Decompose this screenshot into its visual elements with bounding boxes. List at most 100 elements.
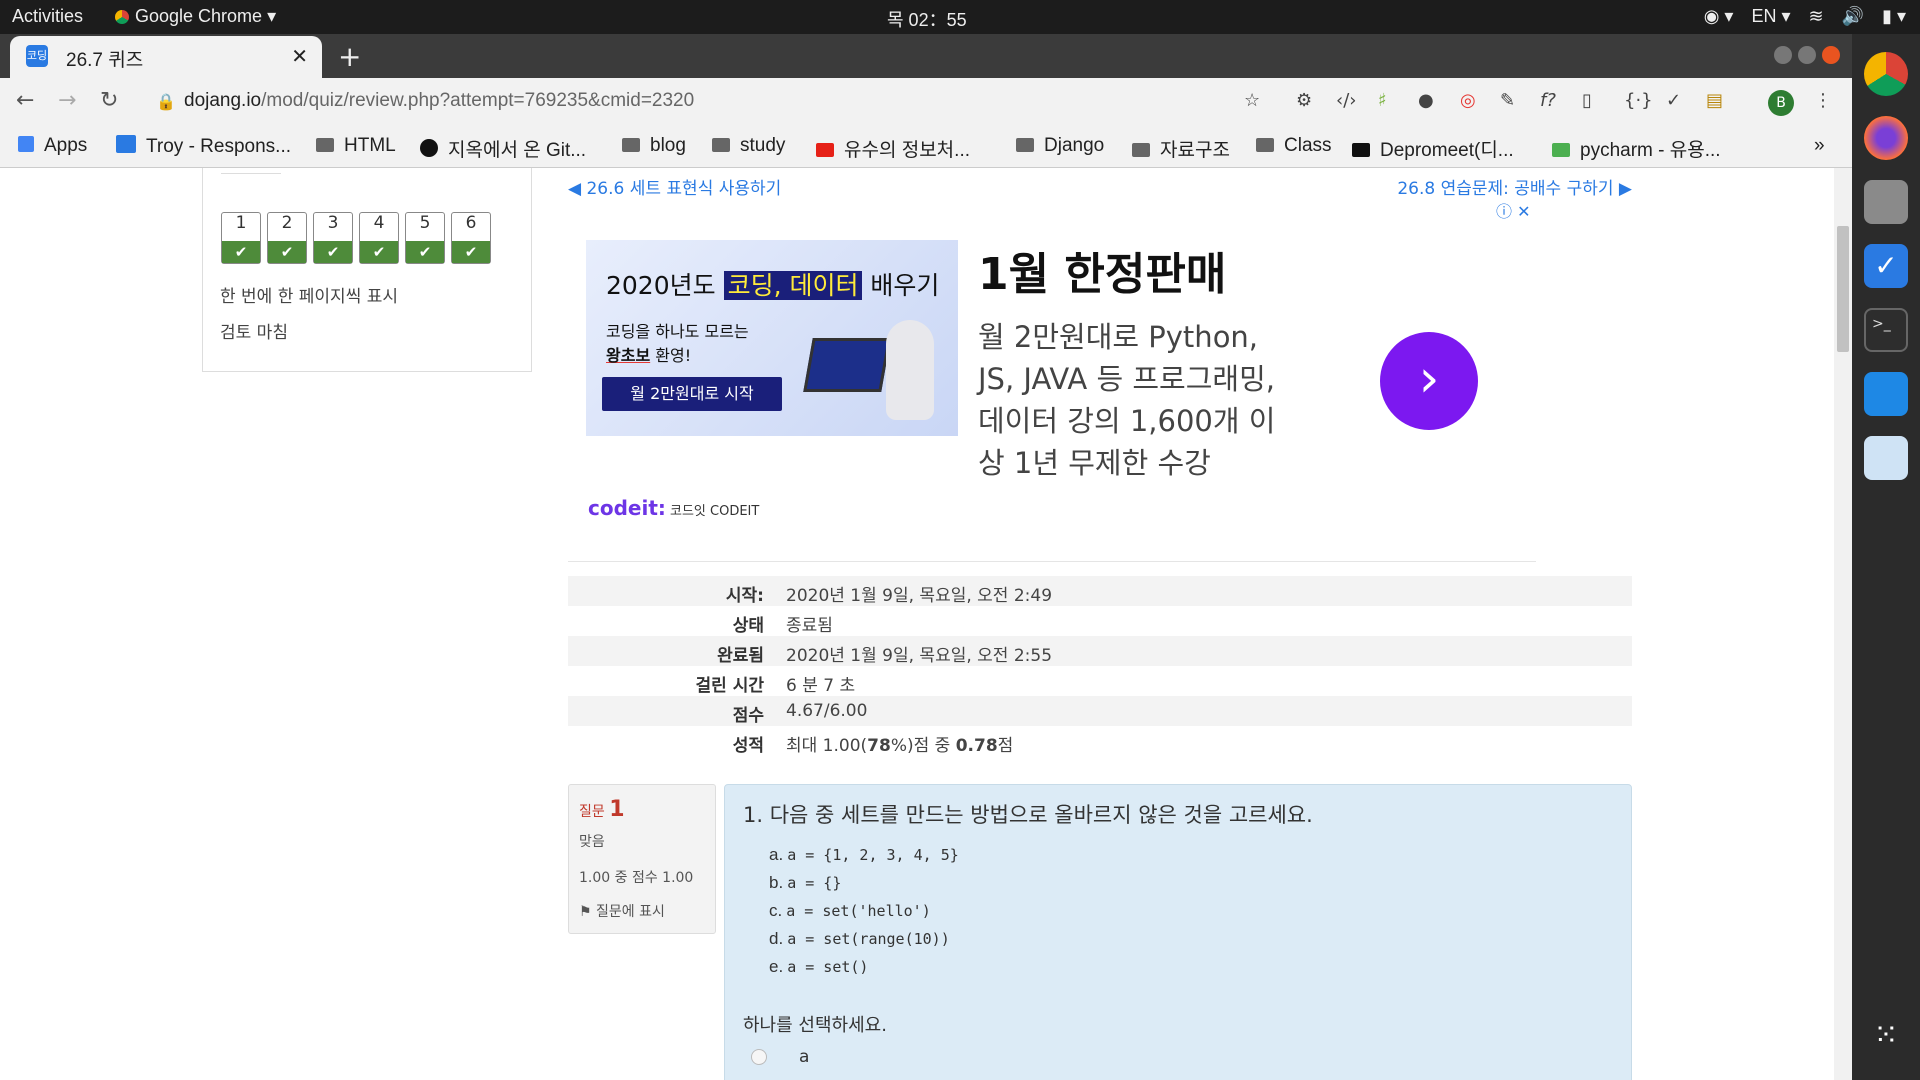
extension-colorpick-icon[interactable]: ✓ <box>1666 90 1681 111</box>
reload-icon[interactable]: ↻ <box>100 88 118 113</box>
option-item: c. a = set('hello') <box>769 901 931 920</box>
summary-row: 상태 종료됨 <box>732 616 833 636</box>
tab-close-icon[interactable]: ✕ <box>291 44 308 69</box>
question-nav-button[interactable]: 5 ✔ <box>405 212 445 264</box>
bookmark-youtube[interactable]: 유수의 정보처... <box>816 135 970 162</box>
finish-review-link[interactable]: 검토 마침 <box>220 318 288 343</box>
prev-lesson-link[interactable]: ◀ 26.6 세트 표현식 사용하기 <box>568 174 781 199</box>
address-bar[interactable]: dojang.io/mod/quiz/review.php?attempt=76… <box>184 90 694 112</box>
extension-ladder-icon[interactable]: ♯ <box>1378 90 1387 111</box>
flag-question-button[interactable]: ⚑ 질문에 표시 <box>579 901 665 921</box>
profile-avatar[interactable]: B <box>1768 90 1794 116</box>
bookmark-class[interactable]: Class <box>1256 135 1332 157</box>
ad-headline[interactable]: 1월 한정판매 <box>978 238 1226 302</box>
extension-gear-icon[interactable]: ⚙ <box>1296 90 1312 111</box>
next-lesson-link[interactable]: 26.8 연습문제: 공배수 구하기 ▶ <box>1397 174 1632 199</box>
terminal-dock-icon[interactable]: >_ <box>1864 308 1908 352</box>
page-content: 1 ✔ 2 ✔ 3 ✔ 4 ✔ 5 ✔ 6 ✔ 한 번에 한 페이지씩 표시 검토 마침 ◀… <box>0 168 1852 1080</box>
extension-device-icon[interactable]: ▯ <box>1582 90 1592 111</box>
bookmark-pycharm[interactable]: pycharm - 유용... <box>1552 135 1721 162</box>
bookmark-depromeet[interactable]: Depromeet(디... <box>1352 135 1514 162</box>
doc-icon <box>1552 143 1570 157</box>
extension-spiral-icon[interactable]: ◎ <box>1460 90 1476 111</box>
extension-keyboard-icon[interactable]: ▤ <box>1706 90 1723 111</box>
check-icon: ✔ <box>452 241 490 263</box>
chrome-menu-icon[interactable]: ⋮ <box>1814 90 1832 111</box>
new-tab-button[interactable]: + <box>338 40 361 73</box>
system-top-bar: Activities Google Chrome ▾ 목 02：55 ◉ ▾ E… <box>0 0 1920 34</box>
chrome-icon <box>115 10 129 24</box>
question-nav-button[interactable]: 2 ✔ <box>267 212 307 264</box>
forward-icon[interactable]: → <box>58 88 76 113</box>
ad-image[interactable]: 2020년도 코딩, 데이터 배우기 코딩을 하나도 모르는 왕초보 환영! 월 … <box>586 240 958 436</box>
window-close-button[interactable] <box>1822 46 1840 64</box>
folder-icon <box>712 138 730 152</box>
folder-icon <box>1256 138 1274 152</box>
wifi-icon: ≋ <box>1808 6 1824 26</box>
option-item: e. a = set() <box>769 957 869 976</box>
question-nav-button[interactable]: 4 ✔ <box>359 212 399 264</box>
ad-info-close-icon[interactable]: ⓘ ✕ <box>1496 198 1531 222</box>
bookmark-trello[interactable]: Troy - Respons... <box>116 135 291 158</box>
bookmark-star-icon[interactable]: ☆ <box>1244 90 1260 111</box>
extension-code-icon[interactable]: ‹/› <box>1336 90 1356 111</box>
question-nav-button[interactable]: 1 ✔ <box>221 212 261 264</box>
summary-row: 완료됨 2020년 1월 9일, 목요일, 오전 2:55 <box>568 636 1632 666</box>
firefox-dock-icon[interactable] <box>1864 116 1908 160</box>
answer-label[interactable]: a <box>799 1047 809 1067</box>
ad-image-subtext: 코딩을 하나도 모르는 왕초보 환영! <box>606 322 749 365</box>
back-icon[interactable]: ← <box>16 88 34 113</box>
chrome-dock-icon[interactable] <box>1864 52 1908 96</box>
bookmarks-overflow-icon[interactable]: » <box>1814 135 1825 157</box>
trello-icon <box>116 135 136 153</box>
question-score: 1.00 중 점수 1.00 <box>579 870 694 886</box>
bookmark-git[interactable]: 지옥에서 온 Git... <box>420 135 586 162</box>
image-viewer-dock-icon[interactable] <box>1864 436 1908 480</box>
tasks-dock-icon[interactable]: ✓ <box>1864 244 1908 288</box>
flag-icon: ⚑ <box>579 904 592 920</box>
show-one-page-link[interactable]: 한 번에 한 페이지씩 표시 <box>220 282 398 307</box>
ad-advertiser-name[interactable]: 코드잇 CODEIT <box>670 500 759 519</box>
question-nav-button[interactable]: 6 ✔ <box>451 212 491 264</box>
block-divider <box>221 168 281 174</box>
extension-fx-icon[interactable]: f? <box>1540 90 1556 111</box>
bookmark-apps[interactable]: Apps <box>18 135 87 157</box>
ad-image-button[interactable]: 월 2만원대로 시작 <box>602 377 782 411</box>
question-nav-button[interactable]: 3 ✔ <box>313 212 353 264</box>
check-icon: ✔ <box>268 241 306 263</box>
folder-icon <box>622 138 640 152</box>
youtube-icon <box>816 143 834 157</box>
folder-icon <box>1132 143 1150 157</box>
bookmark-django[interactable]: Django <box>1016 135 1104 157</box>
scrollbar-thumb[interactable] <box>1837 226 1849 352</box>
minimize-button[interactable] <box>1774 46 1792 64</box>
activities-button[interactable]: Activities <box>12 6 83 27</box>
files-dock-icon[interactable] <box>1864 180 1908 224</box>
bookmark-html[interactable]: HTML <box>316 135 396 157</box>
ad-body[interactable]: 월 2만원대로 Python, JS, JAVA 등 프로그래밍, 데이터 강의… <box>978 316 1298 484</box>
show-apps-icon[interactable]: ⁙ <box>1864 1014 1908 1058</box>
extension-braces-icon[interactable]: {·} <box>1624 90 1653 111</box>
system-tray[interactable]: ◉ ▾ EN ▾ ≋ 🔊 ▮ ▾ <box>1704 6 1906 27</box>
bookmark-study[interactable]: study <box>712 135 785 157</box>
codeit-logo[interactable]: codeit: <box>588 496 666 520</box>
accessibility-icon[interactable]: ◉ ▾ <box>1704 6 1734 27</box>
bookmark-blog[interactable]: blog <box>622 135 686 157</box>
question-content: 1. 다음 중 세트를 만드는 방법으로 올바르지 않은 것을 고르세요. a.… <box>724 784 1632 1080</box>
language-indicator[interactable]: EN ▾ <box>1751 6 1790 27</box>
grade-value: 최대 1.00(78%)점 중 0.78점 <box>786 736 1014 756</box>
advertisement[interactable]: ⓘ ✕ 2020년도 코딩, 데이터 배우기 코딩을 하나도 모르는 왕초보 환영… <box>568 198 1536 562</box>
maximize-button[interactable] <box>1798 46 1816 64</box>
clock[interactable]: 목 02：55 <box>887 6 967 32</box>
app-menu[interactable]: Google Chrome ▾ <box>115 6 276 27</box>
extension-owl-icon[interactable]: ● <box>1418 90 1434 111</box>
answer-radio[interactable] <box>751 1049 767 1065</box>
ad-arrow-icon[interactable]: › <box>1380 332 1478 430</box>
lock-icon[interactable]: 🔒 <box>156 92 176 111</box>
github-icon <box>420 139 438 157</box>
bookmark-datastructure[interactable]: 자료구조 <box>1132 135 1230 162</box>
tab-active[interactable]: 코딩 26.7 퀴즈 ✕ <box>10 36 322 78</box>
option-item: b. a = {} <box>769 873 842 892</box>
vscode-dock-icon[interactable] <box>1864 372 1908 416</box>
extension-eyedropper-icon[interactable]: ✎ <box>1500 90 1515 111</box>
